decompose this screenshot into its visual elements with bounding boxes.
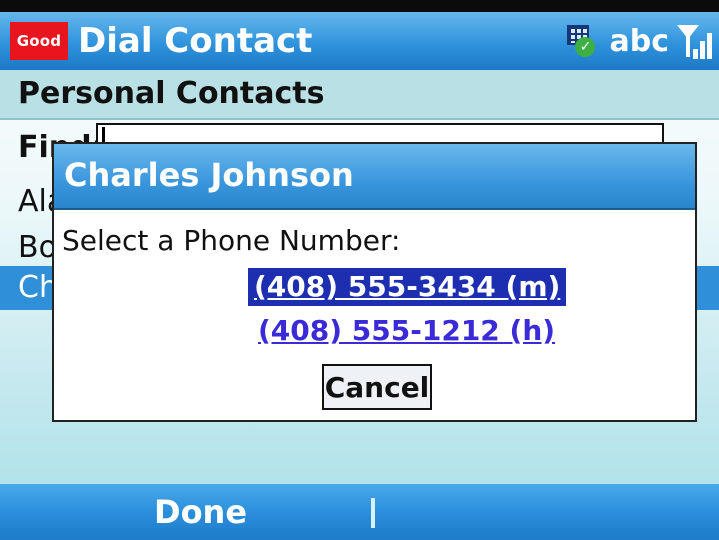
dialog-title-bar: Charles Johnson [54, 144, 695, 210]
good-logo: Good [10, 22, 68, 60]
status-icons: ✓ abc [565, 18, 713, 64]
cancel-button[interactable]: Cancel [322, 364, 432, 410]
title-bar: Good Dial Contact ✓ abc [0, 12, 719, 70]
signal-strength-icon [677, 21, 713, 61]
keyboard-input-icon: ✓ [565, 23, 601, 59]
app-title: Dial Contact [78, 21, 313, 61]
input-mode-indicator: abc [609, 23, 669, 59]
dialog-title: Charles Johnson [64, 156, 354, 194]
phone-number-mobile-option[interactable]: (408) 555-3434 (m) [248, 268, 567, 306]
phone-screen: Good Dial Contact ✓ abc Personal Contact… [0, 0, 719, 540]
phone-number-home-option[interactable]: (408) 555-1212 (h) [252, 312, 561, 350]
done-softkey[interactable]: Done [154, 490, 247, 534]
top-border [0, 0, 719, 12]
softkey-bar: Done [0, 484, 719, 540]
phone-number-dialog: Charles Johnson Select a Phone Number: (… [52, 142, 697, 422]
dialog-prompt: Select a Phone Number: [62, 224, 401, 257]
contacts-header-label: Personal Contacts [18, 76, 325, 111]
softkey-divider [371, 498, 375, 528]
contacts-header: Personal Contacts [0, 70, 719, 120]
